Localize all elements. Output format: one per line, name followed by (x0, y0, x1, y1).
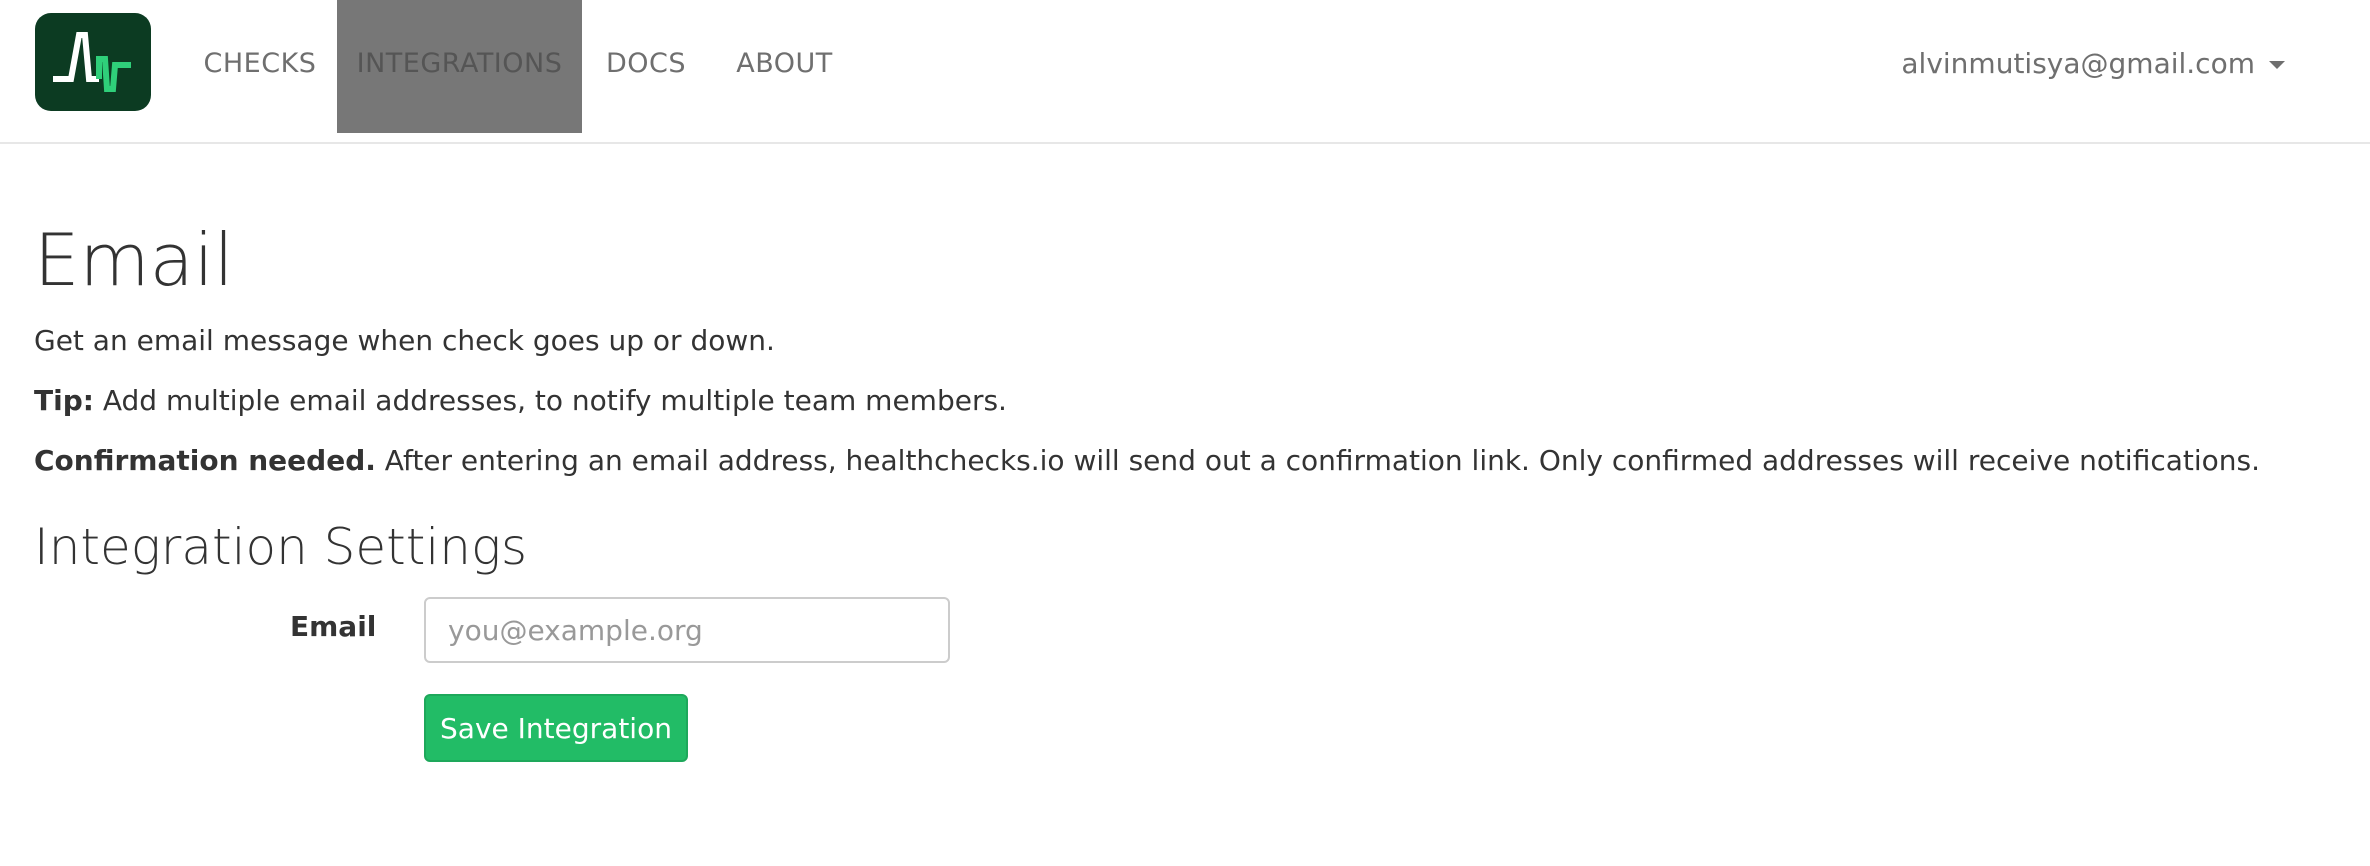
confirmation-paragraph: Confirmation needed. After entering an e… (34, 444, 2260, 477)
user-email: alvinmutisya@gmail.com (1901, 47, 2255, 80)
save-integration-button[interactable]: Save Integration (424, 694, 688, 762)
email-field-label: Email (290, 610, 377, 643)
tip-label: Tip: (34, 384, 94, 417)
caret-down-icon (2269, 61, 2285, 69)
nav-docs[interactable]: DOCS (592, 0, 700, 133)
tip-text: Add multiple email addresses, to notify … (93, 384, 1007, 417)
healthchecks-logo[interactable] (35, 13, 151, 111)
settings-heading: Integration Settings (34, 518, 528, 576)
confirmation-text: After entering an email address, healthc… (375, 444, 2261, 477)
email-field[interactable] (424, 597, 950, 663)
page-title: Email (34, 218, 234, 302)
pulse-logo-icon (53, 32, 131, 92)
nav-about[interactable]: ABOUT (722, 0, 847, 133)
user-menu[interactable]: alvinmutisya@gmail.com (1901, 0, 2285, 128)
page-description: Get an email message when check goes up … (34, 324, 775, 357)
nav-checks[interactable]: CHECKS (189, 0, 331, 133)
top-navbar: CHECKS INTEGRATIONS DOCS ABOUT alvinmuti… (0, 0, 2370, 144)
nav-integrations[interactable]: INTEGRATIONS (337, 0, 582, 133)
confirmation-label: Confirmation needed. (34, 444, 376, 477)
tip-paragraph: Tip: Add multiple email addresses, to no… (34, 384, 1007, 417)
